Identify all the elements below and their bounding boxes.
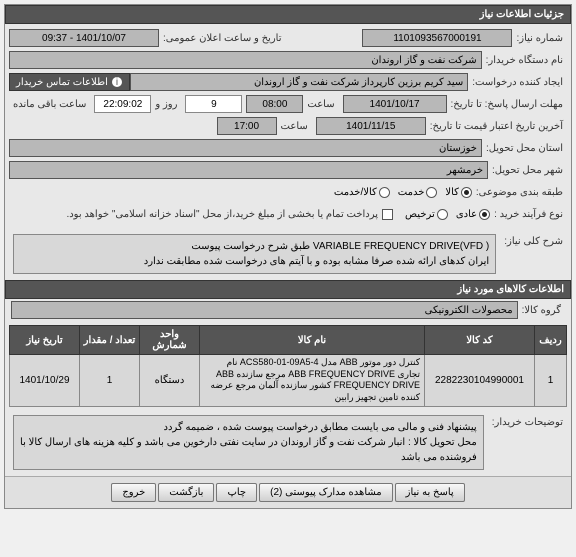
field-org: شرکت نفت و گاز اروندان bbox=[9, 51, 482, 69]
label-province: استان محل تحویل: bbox=[482, 143, 567, 154]
field-deadline-time: 08:00 bbox=[246, 95, 303, 113]
label-org: نام دستگاه خریدار: bbox=[482, 55, 567, 66]
radio-cls-khedmat[interactable] bbox=[426, 187, 437, 198]
field-hours-left: 22:09:02 bbox=[94, 95, 151, 113]
radio-proc-clear-label: ترخیص bbox=[405, 209, 435, 220]
radio-cls-both[interactable] bbox=[379, 187, 390, 198]
label-hour-1: ساعت bbox=[303, 99, 338, 110]
panel-title: جزئیات اطلاعات نیاز bbox=[5, 5, 571, 24]
field-order-no: 1101093567000191 bbox=[362, 29, 512, 47]
field-city: خرمشهر bbox=[9, 161, 488, 179]
cell-qty: 1 bbox=[80, 355, 140, 407]
label-group: گروه کالا: bbox=[518, 305, 565, 316]
table-row[interactable]: 1 2282230104990001 کنترل دور موتور ABB م… bbox=[10, 355, 567, 407]
field-announce: 1401/10/07 - 09:37 bbox=[9, 29, 159, 47]
info-icon: i bbox=[111, 76, 123, 88]
radio-proc-normal-label: عادی bbox=[456, 209, 477, 220]
button-bar: پاسخ به نیاز مشاهده مدارک پیوستی (2) چاپ… bbox=[5, 476, 571, 508]
description-box: VARIABLE FREQUENCY DRIVE(VFD ) طبق شرح د… bbox=[13, 234, 496, 274]
radio-cls-kala-label: کالا bbox=[445, 187, 459, 198]
radio-cls-khedmat-label: خدمت bbox=[398, 187, 425, 198]
radio-cls-kala[interactable] bbox=[461, 187, 472, 198]
th-unit: واحد شمارش bbox=[140, 326, 200, 355]
th-row: ردیف bbox=[535, 326, 567, 355]
field-deadline-date: 1401/10/17 bbox=[343, 95, 447, 113]
th-name: نام کالا bbox=[200, 326, 425, 355]
items-table: ردیف کد کالا نام کالا واحد شمارش تعداد /… bbox=[9, 325, 567, 407]
label-classify: طبقه بندی موضوعی: bbox=[472, 187, 567, 198]
cell-unit: دستگاه bbox=[140, 355, 200, 407]
field-valid-date: 1401/11/15 bbox=[316, 117, 426, 135]
back-button[interactable]: بازگشت bbox=[158, 483, 214, 502]
label-requester: ایجاد کننده درخواست: bbox=[468, 77, 567, 88]
label-announce: تاریخ و ساعت اعلان عمومی: bbox=[159, 33, 286, 44]
desc-line-1: VARIABLE FREQUENCY DRIVE(VFD ) طبق شرح د… bbox=[20, 239, 489, 254]
checkbox-treasury[interactable] bbox=[382, 209, 393, 220]
field-requester: سید کریم برزین کارپرداز شرکت نفت و گاز ا… bbox=[130, 73, 468, 91]
label-order-no: شماره نیاز: bbox=[512, 33, 567, 44]
print-button[interactable]: چاپ bbox=[216, 483, 257, 502]
radio-cls-both-label: کالا/خدمت bbox=[334, 187, 377, 198]
exit-button[interactable]: خروج bbox=[111, 483, 156, 502]
cell-date: 1401/10/29 bbox=[10, 355, 80, 407]
buyer-notes-line-2: محل تحویل کالا : انبار شرکت نفت و گاز ار… bbox=[20, 435, 477, 465]
label-hour-2: ساعت bbox=[277, 121, 312, 132]
field-province: خوزستان bbox=[9, 139, 482, 157]
contact-info-button[interactable]: i اطلاعات تماس خریدار bbox=[9, 73, 130, 91]
field-group: محصولات الکترونیکی bbox=[11, 301, 518, 319]
label-remain: ساعت باقی مانده bbox=[9, 99, 90, 110]
reply-button[interactable]: پاسخ به نیاز bbox=[395, 483, 465, 502]
label-buyer-notes: توضیحات خریدار: bbox=[488, 411, 567, 428]
radio-proc-clear[interactable] bbox=[437, 209, 448, 220]
cell-name: کنترل دور موتور ABB مدل ACS580-01-09A5-4… bbox=[200, 355, 425, 407]
field-valid-time: 17:00 bbox=[217, 117, 277, 135]
th-date: تاریخ نیاز bbox=[10, 326, 80, 355]
label-pay-note: پرداخت تمام یا بخشی از مبلغ خرید،از محل … bbox=[62, 209, 382, 220]
label-process: نوع فرآیند خرید : bbox=[490, 209, 567, 220]
label-deadline: مهلت ارسال پاسخ: تا تاریخ: bbox=[447, 99, 567, 110]
cell-code: 2282230104990001 bbox=[425, 355, 535, 407]
field-days-left: 9 bbox=[185, 95, 242, 113]
th-code: کد کالا bbox=[425, 326, 535, 355]
buyer-notes-line-1: پیشنهاد فنی و مالی می بایست مطابق درخواس… bbox=[20, 420, 477, 435]
items-header: اطلاعات کالاهای مورد نیاز bbox=[5, 280, 571, 299]
svg-text:i: i bbox=[116, 77, 118, 88]
label-day-and: روز و bbox=[151, 99, 181, 110]
th-qty: تعداد / مقدار bbox=[80, 326, 140, 355]
label-validity: آخرین تاریخ اعتبار قیمت تا تاریخ: bbox=[426, 121, 567, 132]
contact-info-label: اطلاعات تماس خریدار bbox=[16, 77, 108, 88]
attachments-button[interactable]: مشاهده مدارک پیوستی (2) bbox=[259, 483, 393, 502]
label-city: شهر محل تحویل: bbox=[488, 165, 567, 176]
label-desc: شرح کلی نیاز: bbox=[500, 230, 567, 247]
radio-proc-normal[interactable] bbox=[479, 209, 490, 220]
desc-line-2: ایران کدهای ارائه شده صرفا مشابه بوده و … bbox=[20, 254, 489, 269]
buyer-notes-box: پیشنهاد فنی و مالی می بایست مطابق درخواس… bbox=[13, 415, 484, 470]
cell-row: 1 bbox=[535, 355, 567, 407]
